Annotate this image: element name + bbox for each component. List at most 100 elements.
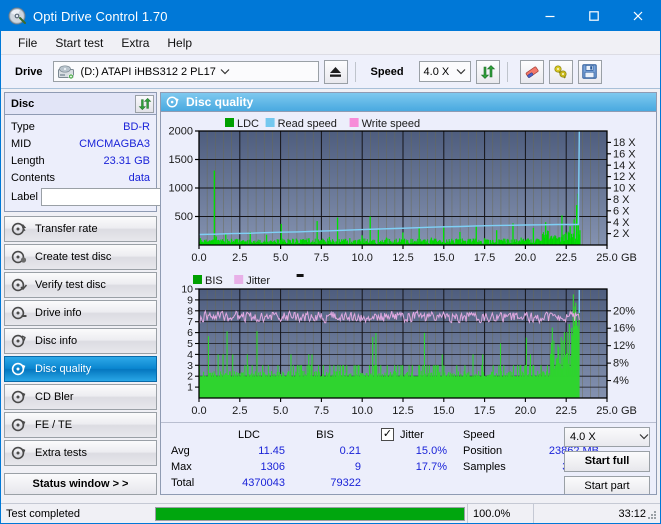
svg-text:3: 3 xyxy=(187,359,193,371)
page-title: Disc quality xyxy=(186,94,254,109)
nav-list: Transfer rate Create test disc Verify te… xyxy=(4,216,157,466)
avg-ldc: 11.45 xyxy=(258,444,285,457)
disc-row-contents: Contents data xyxy=(11,169,150,186)
svg-text:0.0: 0.0 xyxy=(191,252,206,264)
resize-grip-icon[interactable] xyxy=(646,509,658,521)
svg-text:17.5: 17.5 xyxy=(474,252,495,264)
jitter-checkbox-row[interactable]: ✓ Jitter xyxy=(381,427,447,443)
svg-text:7: 7 xyxy=(187,316,193,328)
sidebar-item-label: Disc quality xyxy=(35,363,92,375)
svg-text:0.0: 0.0 xyxy=(191,405,206,417)
speed-label: Speed xyxy=(370,65,404,78)
start-part-button[interactable]: Start part xyxy=(564,475,650,494)
create-test-disc-icon xyxy=(11,249,27,265)
disc-label-key: Label xyxy=(11,190,38,203)
disc-row-type: Type BD-R xyxy=(11,118,150,135)
svg-text:5.0: 5.0 xyxy=(273,405,288,417)
svg-text:5: 5 xyxy=(187,338,193,350)
start-full-button[interactable]: Start full xyxy=(564,450,650,472)
tools-button[interactable] xyxy=(548,59,573,84)
drive-label: Drive xyxy=(15,65,43,78)
disc-row-value: CMCMAGBA3 xyxy=(79,137,150,150)
close-button[interactable] xyxy=(616,1,660,31)
refresh-button[interactable] xyxy=(475,59,500,84)
sidebar-item-label: Create test disc xyxy=(35,251,112,263)
svg-text:LDC: LDC xyxy=(237,118,259,130)
bis-jitter-chart[interactable]: BIS Jitter 1 2 3 4 5 6 7 8 9 10 4% 8% 12% 16% 20% 0.0 2.5 5… xyxy=(163,272,654,422)
max-bis: 9 xyxy=(354,460,361,473)
chevron-down-icon xyxy=(216,62,234,81)
window-controls xyxy=(528,1,660,31)
menu-help[interactable]: Help xyxy=(158,33,201,53)
disc-label-row: Label xyxy=(11,187,211,206)
svg-text:4: 4 xyxy=(187,348,193,360)
minimize-button[interactable] xyxy=(528,1,572,31)
speed-select[interactable]: 4.0 X xyxy=(418,61,471,82)
menu-file[interactable]: File xyxy=(9,33,46,53)
maximize-button[interactable] xyxy=(572,1,616,31)
svg-text:8%: 8% xyxy=(613,357,629,369)
disc-row-value: BD-R xyxy=(123,120,150,133)
sidebar-item-label: FE / TE xyxy=(35,419,73,431)
svg-text:4%: 4% xyxy=(613,375,629,387)
left-panel: Disc Type BD-R MID CMCMAGBA3 Length 23.3… xyxy=(4,92,211,495)
row-label-max: Max xyxy=(171,460,192,473)
main-panel-header: Disc quality xyxy=(161,93,656,112)
sidebar-item-label: CD Bler xyxy=(35,391,74,403)
svg-text:1: 1 xyxy=(187,381,193,393)
svg-text:12 X: 12 X xyxy=(613,171,636,183)
svg-text:16%: 16% xyxy=(613,322,635,334)
erase-button[interactable] xyxy=(519,59,544,84)
menu-extra[interactable]: Extra xyxy=(112,33,158,53)
progress-percent: 100.0% xyxy=(467,503,533,523)
sidebar-item-disc-info[interactable]: Disc info xyxy=(4,328,157,354)
sidebar-item-transfer-rate[interactable]: Transfer rate xyxy=(4,216,157,242)
svg-text:20.0: 20.0 xyxy=(515,405,536,417)
status-window-button[interactable]: Status window > > xyxy=(4,473,157,495)
jitter-max: 17.7% xyxy=(415,460,447,473)
sidebar-item-label: Drive info xyxy=(35,307,82,319)
sidebar-item-create-test-disc[interactable]: Create test disc xyxy=(4,244,157,270)
sidebar-item-drive-info[interactable]: Drive info xyxy=(4,300,157,326)
sidebar-item-extra-tests[interactable]: Extra tests xyxy=(4,440,157,466)
svg-text:2: 2 xyxy=(187,370,193,382)
row-label-avg: Avg xyxy=(171,444,190,457)
extra-tests-icon xyxy=(11,445,27,461)
test-speed-select[interactable]: 4.0 X xyxy=(564,426,650,447)
svg-text:6 X: 6 X xyxy=(613,205,630,217)
sidebar-item-cd-bler[interactable]: CD Bler xyxy=(4,384,157,410)
eject-button[interactable] xyxy=(323,59,348,84)
svg-text:15.0: 15.0 xyxy=(433,405,454,417)
fe-te-icon xyxy=(11,417,27,433)
toolbar-separator-2 xyxy=(506,61,508,82)
jitter-checkbox[interactable]: ✓ xyxy=(381,428,394,442)
svg-text:9: 9 xyxy=(187,294,193,306)
disc-row-length: Length 23.31 GB xyxy=(11,152,150,169)
svg-text:2000: 2000 xyxy=(169,125,193,137)
drive-select[interactable]: (D:) ATAPI iHBS312 2 PL17 xyxy=(52,61,319,82)
col-header-ldc: LDC xyxy=(237,428,260,441)
sidebar-item-fe-te[interactable]: FE / TE xyxy=(4,412,157,438)
menu-start-test[interactable]: Start test xyxy=(46,33,112,53)
elapsed-time: 33:12 xyxy=(533,503,660,523)
table-row: Total 4370043 79322 xyxy=(169,475,363,491)
svg-text:1500: 1500 xyxy=(169,154,193,166)
chevron-down-icon xyxy=(639,431,649,443)
status-bar: Test completed 100.0% 33:12 xyxy=(1,503,660,523)
sidebar-item-verify-test-disc[interactable]: Verify test disc xyxy=(4,272,157,298)
jitter-label: Jitter xyxy=(400,428,424,441)
disc-quality-icon xyxy=(166,95,180,109)
table-header-row: LDC BIS xyxy=(169,427,363,443)
save-button[interactable] xyxy=(577,59,602,84)
sidebar-item-label: Verify test disc xyxy=(35,279,106,291)
svg-text:10.0: 10.0 xyxy=(351,405,372,417)
svg-text:20%: 20% xyxy=(613,305,635,317)
app-icon xyxy=(8,7,26,25)
position-row-label: Position xyxy=(463,444,503,457)
svg-text:10.0: 10.0 xyxy=(351,252,372,264)
ldc-chart[interactable]: LDC Read speed Write speed 500 1000 1500 2000 2… xyxy=(163,114,654,272)
svg-text:16 X: 16 X xyxy=(613,148,636,160)
disc-refresh-button[interactable] xyxy=(135,94,154,113)
progress-bar xyxy=(155,506,465,521)
sidebar-item-disc-quality[interactable]: Disc quality xyxy=(4,356,157,382)
